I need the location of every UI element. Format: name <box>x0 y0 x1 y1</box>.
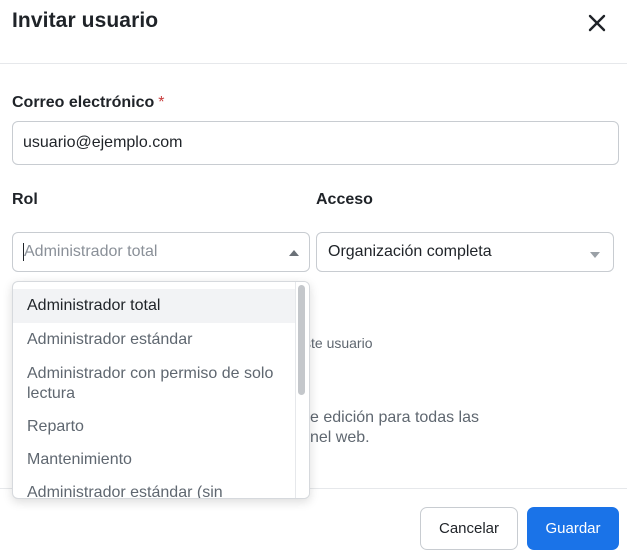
role-option[interactable]: Administrador total <box>13 289 295 323</box>
role-option[interactable]: Administrador estándar (sin <box>13 474 295 498</box>
close-icon[interactable] <box>583 9 611 37</box>
role-option[interactable]: Reparto <box>13 408 295 441</box>
email-label-text: Correo electrónico <box>12 94 155 111</box>
role-option[interactable]: Mantenimiento <box>13 441 295 474</box>
required-mark: * <box>158 94 165 111</box>
access-select[interactable]: Organización completa <box>316 232 614 272</box>
role-option[interactable]: Administrador estándar <box>13 323 295 356</box>
access-select-value: Organización completa <box>328 243 492 260</box>
dialog-header: Invitar usuario <box>0 0 627 64</box>
access-label: Acceso <box>316 191 373 208</box>
cancel-button[interactable]: Cancelar <box>420 507 518 550</box>
scrollbar-thumb[interactable] <box>298 285 305 395</box>
text-cursor <box>23 243 24 261</box>
caret-down-icon <box>590 252 600 258</box>
description-line-2: nel web. <box>310 429 370 446</box>
caret-up-icon <box>289 250 299 256</box>
email-field[interactable] <box>12 121 619 165</box>
role-dropdown-menu: Administrador total Administrador estánd… <box>12 281 310 499</box>
save-button[interactable]: Guardar <box>527 507 619 550</box>
role-label: Rol <box>12 191 38 208</box>
role-option[interactable]: Administrador con permiso de solo lectur… <box>13 356 295 408</box>
email-label: Correo electrónico * <box>12 94 165 112</box>
role-select-placeholder: Administrador total <box>24 243 158 260</box>
hint-text: ste usuario <box>304 335 373 351</box>
role-select[interactable]: Administrador total <box>12 232 310 272</box>
description-line-1: e edición para todas las <box>310 409 479 426</box>
dialog-title: Invitar usuario <box>12 9 159 32</box>
